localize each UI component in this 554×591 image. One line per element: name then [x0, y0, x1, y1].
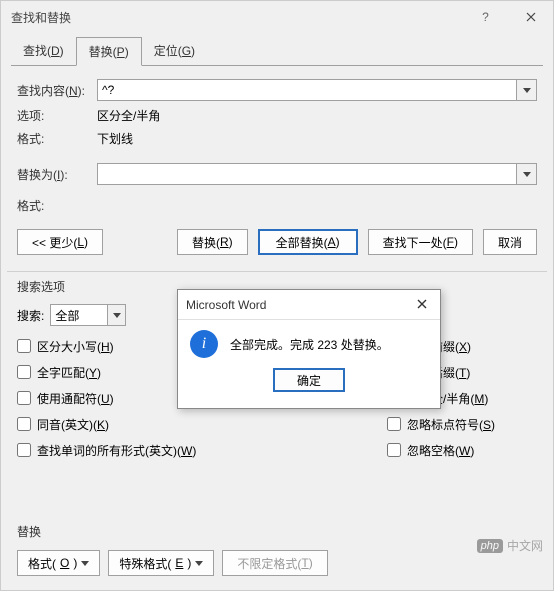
checkbox-input[interactable]: [17, 417, 31, 431]
checkbox-left-3: 同音(英文)(K): [17, 411, 387, 437]
close-button[interactable]: [508, 1, 553, 33]
special-menu-button[interactable]: 特殊格式(E): [108, 550, 214, 576]
bottom-header: 替换: [17, 521, 537, 542]
checkbox-label: 忽略空格(W): [407, 442, 474, 459]
watermark-php: php: [477, 539, 503, 553]
format-menu-button[interactable]: 格式(O): [17, 550, 100, 576]
find-dropdown[interactable]: [517, 79, 537, 101]
find-input[interactable]: [97, 79, 517, 101]
replace-dropdown[interactable]: [517, 163, 537, 185]
popup-close-button[interactable]: [412, 298, 432, 312]
chevron-down-icon: [195, 561, 203, 566]
popup-title: Microsoft Word: [186, 298, 412, 312]
checkbox-label: 忽略标点符号(S): [407, 416, 495, 433]
find-replace-dialog: 查找和替换 ? 查找(D) 替换(P) 定位(G) 查找内容(N): 选项: 区…: [0, 0, 554, 591]
tab-find[interactable]: 查找(D): [11, 37, 76, 66]
dialog-title: 查找和替换: [11, 9, 463, 26]
checkbox-right-4: 忽略空格(W): [387, 437, 537, 463]
checkbox-label: 查找单词的所有形式(英文)(W): [37, 442, 196, 459]
checkbox-left-4: 查找单词的所有形式(英文)(W): [17, 437, 387, 463]
watermark-cn: 中文网: [507, 537, 543, 554]
no-format-button[interactable]: 不限定格式(T): [222, 550, 327, 576]
chevron-down-icon: [81, 561, 89, 566]
close-icon: [526, 12, 536, 22]
checkbox-input[interactable]: [17, 339, 31, 353]
tab-replace[interactable]: 替换(P): [76, 37, 142, 66]
tab-goto[interactable]: 定位(G): [142, 37, 207, 66]
watermark: php 中文网: [477, 537, 543, 554]
popup-message: 全部完成。完成 223 处替换。: [230, 336, 389, 353]
close-icon: [417, 299, 427, 309]
option-value: 区分全/半角: [97, 107, 537, 124]
option-label: 选项:: [17, 107, 97, 124]
help-button[interactable]: ?: [463, 1, 508, 33]
replace-label: 替换为(I):: [17, 166, 97, 183]
titlebar: 查找和替换 ?: [1, 1, 553, 33]
less-button[interactable]: << 更少(L): [17, 229, 103, 255]
checkbox-input[interactable]: [387, 443, 401, 457]
chevron-down-icon: [523, 172, 531, 177]
replace-all-button[interactable]: 全部替换(A): [258, 229, 358, 255]
checkbox-input[interactable]: [17, 443, 31, 457]
checkbox-label: 使用通配符(U): [37, 390, 114, 407]
checkbox-label: 同音(英文)(K): [37, 416, 109, 433]
message-popup: Microsoft Word i 全部完成。完成 223 处替换。 确定: [177, 289, 441, 409]
cancel-button[interactable]: 取消: [483, 229, 537, 255]
checkbox-input[interactable]: [17, 391, 31, 405]
popup-ok-button[interactable]: 确定: [273, 368, 345, 392]
find-combo: [97, 79, 537, 101]
info-icon: i: [190, 330, 218, 358]
find-label: 查找内容(N):: [17, 82, 97, 99]
format2-label: 格式:: [17, 197, 97, 214]
replace-combo: [97, 163, 537, 185]
search-direction-dropdown[interactable]: [108, 304, 126, 326]
format-value: 下划线: [97, 130, 537, 147]
replace-button[interactable]: 替换(R): [177, 229, 248, 255]
chevron-down-icon: [523, 88, 531, 93]
checkbox-right-3: 忽略标点符号(S): [387, 411, 537, 437]
checkbox-label: 区分大小写(H): [37, 338, 114, 355]
checkbox-label: 全字匹配(Y): [37, 364, 101, 381]
find-next-button[interactable]: 查找下一处(F): [368, 229, 473, 255]
search-direction-label: 搜索:: [17, 307, 44, 324]
chevron-down-icon: [113, 313, 121, 318]
checkbox-input[interactable]: [17, 365, 31, 379]
tab-bar: 查找(D) 替换(P) 定位(G): [11, 37, 543, 66]
replace-input[interactable]: [97, 163, 517, 185]
checkbox-input[interactable]: [387, 417, 401, 431]
search-direction-select[interactable]: [50, 304, 108, 326]
format-label: 格式:: [17, 130, 97, 147]
